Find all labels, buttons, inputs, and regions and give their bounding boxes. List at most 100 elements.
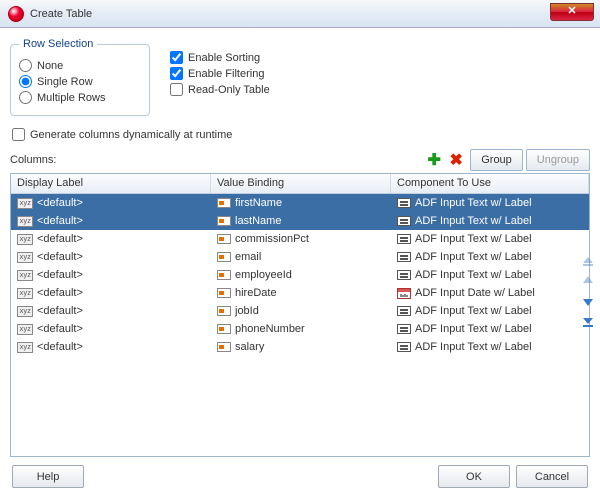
binding-icon [217, 306, 231, 316]
table-row[interactable]: <default> salary ADF Input Text w/ Label [11, 338, 589, 356]
dialog-footer: Help OK Cancel [10, 457, 590, 490]
binding-icon [217, 216, 231, 226]
binding-icon [217, 324, 231, 334]
display-label-cell: <default> [37, 341, 83, 353]
label-icon [17, 216, 33, 227]
value-binding-cell: phoneNumber [235, 323, 305, 335]
display-label-cell: <default> [37, 269, 83, 281]
check-filtering-input[interactable] [170, 67, 183, 80]
label-icon [17, 252, 33, 263]
component-icon [397, 270, 411, 280]
header-display-label[interactable]: Display Label [11, 174, 211, 193]
table-row[interactable]: <default> firstName ADF Input Text w/ Labe… [11, 194, 589, 212]
binding-icon [217, 288, 231, 298]
display-label-cell: <default> [37, 215, 83, 227]
check-readonly[interactable]: Read-Only Table [170, 83, 270, 96]
display-label-cell: <default> [37, 287, 83, 299]
radio-none-input[interactable] [19, 59, 32, 72]
header-component[interactable]: Component To Use [391, 174, 589, 193]
columns-grid: Display Label Value Binding Component To… [10, 173, 590, 457]
value-binding-cell: commissionPct [235, 233, 309, 245]
radio-multiple[interactable]: Multiple Rows [19, 91, 141, 104]
binding-icon [217, 252, 231, 262]
component-cell: ADF Input Date w/ Label [415, 287, 535, 299]
label-icon [17, 234, 33, 245]
help-button[interactable]: Help [12, 465, 84, 488]
display-label-cell: <default> [37, 197, 83, 209]
component-cell: ADF Input Text w/ Label [415, 341, 532, 353]
table-row[interactable]: <default>lastNameADF Input Text w/ Label [11, 212, 589, 230]
app-icon [8, 6, 24, 22]
move-up-icon[interactable] [580, 272, 596, 290]
row-selection-legend: Row Selection [19, 38, 97, 50]
radio-none[interactable]: None [19, 59, 141, 72]
value-binding-cell: employeeId [235, 269, 292, 281]
component-icon [397, 234, 411, 244]
radio-single-input[interactable] [19, 75, 32, 88]
label-icon [17, 306, 33, 317]
component-cell: ADF Input Text w/ Label [415, 269, 532, 281]
radio-multiple-input[interactable] [19, 91, 32, 104]
check-sorting-input[interactable] [170, 51, 183, 64]
component-icon [397, 216, 411, 226]
value-binding-cell: firstName [235, 197, 282, 209]
header-value-binding[interactable]: Value Binding [211, 174, 391, 193]
value-binding-cell: salary [235, 341, 264, 353]
group-button[interactable]: Group [470, 149, 523, 171]
check-dynamic-columns[interactable]: Generate columns dynamically at runtime [10, 128, 590, 141]
radio-single[interactable]: Single Row [19, 75, 141, 88]
component-cell: ADF Input Text w/ Label [415, 233, 532, 245]
move-bottom-icon[interactable] [580, 312, 596, 330]
check-sorting[interactable]: Enable Sorting [170, 51, 270, 64]
close-button[interactable]: ✕ [550, 3, 594, 21]
value-binding-cell: lastName [235, 215, 281, 227]
table-row[interactable]: <default> hireDate ADF Input Date w/ Label [11, 284, 589, 302]
table-row[interactable]: <default>commissionPctADF Input Text w/ … [11, 230, 589, 248]
reorder-sidebar [580, 250, 598, 332]
label-icon [17, 342, 33, 353]
component-cell: ADF Input Text w/ Label [415, 323, 532, 335]
table-row[interactable]: <default> employeeId ADF Input Text w/ Lab… [11, 266, 589, 284]
binding-icon [217, 234, 231, 244]
move-down-icon[interactable] [580, 292, 596, 310]
row-selection-group: Row Selection None Single Row Multiple R… [10, 38, 150, 116]
display-label-cell: <default> [37, 305, 83, 317]
component-icon [397, 288, 411, 299]
binding-icon [217, 342, 231, 352]
value-binding-cell: email [235, 251, 261, 263]
display-label-cell: <default> [37, 323, 83, 335]
add-icon[interactable]: ✚ [424, 150, 444, 170]
label-icon [17, 198, 33, 209]
ungroup-button[interactable]: Ungroup [526, 149, 590, 171]
label-icon [17, 324, 33, 335]
delete-icon[interactable]: ✖ [446, 150, 466, 170]
display-label-cell: <default> [37, 251, 83, 263]
label-icon [17, 270, 33, 281]
component-cell: ADF Input Text w/ Label [415, 251, 532, 263]
columns-label: Columns: [10, 154, 56, 166]
component-icon [397, 342, 411, 352]
value-binding-cell: jobId [235, 305, 259, 317]
grid-body[interactable]: <default> firstName ADF Input Text w/ Labe… [11, 194, 589, 456]
move-top-icon[interactable] [580, 252, 596, 270]
check-filtering[interactable]: Enable Filtering [170, 67, 270, 80]
value-binding-cell: hireDate [235, 287, 277, 299]
table-options: Enable Sorting Enable Filtering Read-Onl… [170, 38, 270, 116]
table-row[interactable]: <default> jobId ADF Input Text w/ Label [11, 302, 589, 320]
columns-toolbar: Columns: ✚ ✖ Group Ungroup [10, 149, 590, 171]
window-title: Create Table [30, 8, 92, 20]
table-row[interactable]: <default> email ADF Input Text w/ Label [11, 248, 589, 266]
titlebar[interactable]: Create Table ✕ [0, 0, 600, 28]
component-cell: ADF Input Text w/ Label [415, 305, 532, 317]
binding-icon [217, 198, 231, 208]
ok-button[interactable]: OK [438, 465, 510, 488]
component-icon [397, 324, 411, 334]
binding-icon [217, 270, 231, 280]
component-icon [397, 252, 411, 262]
check-dynamic-columns-input[interactable] [12, 128, 25, 141]
table-row[interactable]: <default> phoneNumber ADF Input Text w/ La… [11, 320, 589, 338]
component-icon [397, 198, 411, 208]
cancel-button[interactable]: Cancel [516, 465, 588, 488]
component-cell: ADF Input Text w/ Label [415, 197, 532, 209]
check-readonly-input[interactable] [170, 83, 183, 96]
